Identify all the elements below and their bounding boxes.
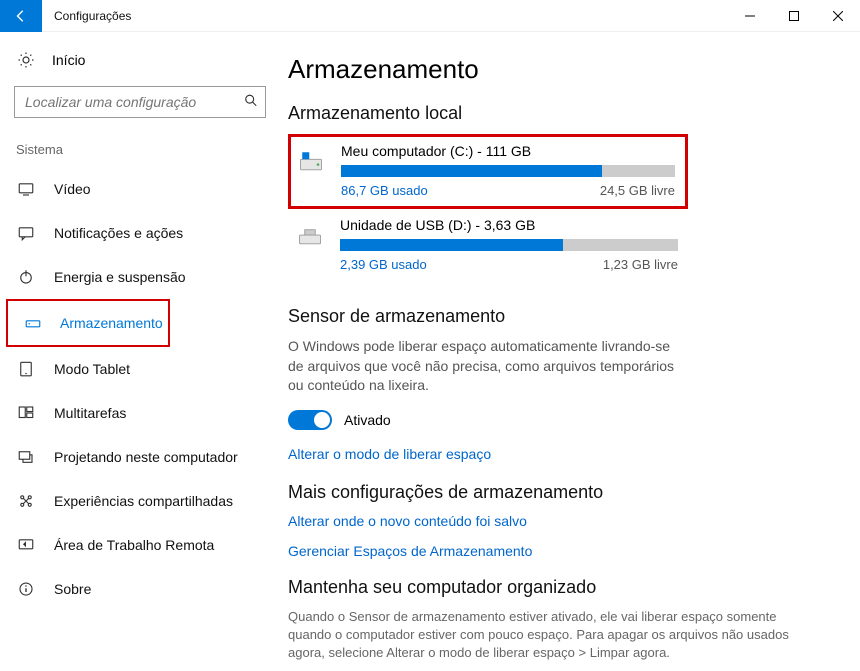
more-settings-heading: Mais configurações de armazenamento xyxy=(288,482,834,503)
sidebar-item-label: Armazenamento xyxy=(60,315,163,331)
drive-used: 86,7 GB usado xyxy=(341,183,428,198)
sidebar-item-remote[interactable]: Área de Trabalho Remota xyxy=(0,523,280,567)
back-button[interactable] xyxy=(0,0,42,32)
sidebar-item-power[interactable]: Energia e suspensão xyxy=(0,255,280,299)
sidebar-item-label: Experiências compartilhadas xyxy=(54,493,233,509)
drive-d[interactable]: Unidade de USB (D:) - 3,63 GB 2,39 GB us… xyxy=(288,209,688,282)
change-save-location-link[interactable]: Alterar onde o novo conteúdo foi salvo xyxy=(288,513,834,529)
storage-sense-desc: O Windows pode liberar espaço automatica… xyxy=(288,337,678,396)
home-label: Início xyxy=(52,52,85,68)
info-icon xyxy=(16,579,36,599)
arrow-left-icon xyxy=(14,9,28,23)
multitask-icon xyxy=(16,403,36,423)
keep-organized-desc: Quando o Sensor de armazenamento estiver… xyxy=(288,608,808,663)
sidebar-group-label: Sistema xyxy=(0,136,280,167)
search-icon xyxy=(244,94,258,111)
sidebar-item-label: Modo Tablet xyxy=(54,361,130,377)
hdd-icon xyxy=(295,145,327,177)
drive-bar xyxy=(340,239,678,251)
search-container xyxy=(14,86,266,118)
storage-sense-heading: Sensor de armazenamento xyxy=(288,306,834,327)
toggle-label: Ativado xyxy=(344,412,391,428)
drive-free: 24,5 GB livre xyxy=(600,183,675,198)
sidebar-item-storage[interactable]: Armazenamento xyxy=(8,301,168,345)
content: Armazenamento Armazenamento local Meu co… xyxy=(280,32,860,671)
gear-icon xyxy=(16,50,36,70)
drive-name: Unidade de USB (D:) - 3,63 GB xyxy=(340,217,678,233)
keep-organized-heading: Mantenha seu computador organizado xyxy=(288,577,834,598)
local-storage-heading: Armazenamento local xyxy=(288,103,834,124)
page-title: Armazenamento xyxy=(288,54,834,85)
power-icon xyxy=(16,267,36,287)
change-free-space-link[interactable]: Alterar o modo de liberar espaço xyxy=(288,446,834,462)
remote-icon xyxy=(16,535,36,555)
home-button[interactable]: Início xyxy=(0,42,280,78)
storage-sense-toggle[interactable] xyxy=(288,410,332,430)
storage-icon xyxy=(24,313,42,333)
sidebar: Início Sistema Vídeo Notificações e açõe… xyxy=(0,32,280,671)
window-controls xyxy=(728,0,860,32)
search-input[interactable] xyxy=(14,86,266,118)
sidebar-item-label: Vídeo xyxy=(54,181,91,197)
usb-icon xyxy=(294,219,326,251)
drive-bar xyxy=(341,165,675,177)
shared-icon xyxy=(16,491,36,511)
storage-sense-toggle-row: Ativado xyxy=(288,410,834,430)
maximize-button[interactable] xyxy=(772,0,816,32)
drive-bar-fill xyxy=(340,239,563,251)
sidebar-item-label: Notificações e ações xyxy=(54,225,183,241)
sidebar-item-shared[interactable]: Experiências compartilhadas xyxy=(0,479,280,523)
project-icon xyxy=(16,447,36,467)
sidebar-item-label: Projetando neste computador xyxy=(54,449,238,465)
toggle-knob xyxy=(314,412,330,428)
drive-name: Meu computador (C:) - 111 GB xyxy=(341,143,675,159)
sidebar-item-multitask[interactable]: Multitarefas xyxy=(0,391,280,435)
drive-bar-fill xyxy=(341,165,602,177)
sidebar-item-notifications[interactable]: Notificações e ações xyxy=(0,211,280,255)
tablet-icon xyxy=(16,359,36,379)
manage-storage-spaces-link[interactable]: Gerenciar Espaços de Armazenamento xyxy=(288,543,834,559)
sidebar-item-label: Sobre xyxy=(54,581,91,597)
message-icon xyxy=(16,223,36,243)
drive-c[interactable]: Meu computador (C:) - 111 GB 86,7 GB usa… xyxy=(288,134,688,209)
titlebar: Configurações xyxy=(0,0,860,32)
drive-free: 1,23 GB livre xyxy=(603,257,678,272)
sidebar-item-about[interactable]: Sobre xyxy=(0,567,280,611)
sidebar-item-label: Energia e suspensão xyxy=(54,269,186,285)
minimize-button[interactable] xyxy=(728,0,772,32)
sidebar-item-label: Área de Trabalho Remota xyxy=(54,537,214,553)
sidebar-item-label: Multitarefas xyxy=(54,405,126,421)
drive-used: 2,39 GB usado xyxy=(340,257,427,272)
sidebar-item-video[interactable]: Vídeo xyxy=(0,167,280,211)
display-icon xyxy=(16,179,36,199)
window-title: Configurações xyxy=(54,9,728,23)
close-button[interactable] xyxy=(816,0,860,32)
sidebar-item-projecting[interactable]: Projetando neste computador xyxy=(0,435,280,479)
sidebar-item-tablet[interactable]: Modo Tablet xyxy=(0,347,280,391)
